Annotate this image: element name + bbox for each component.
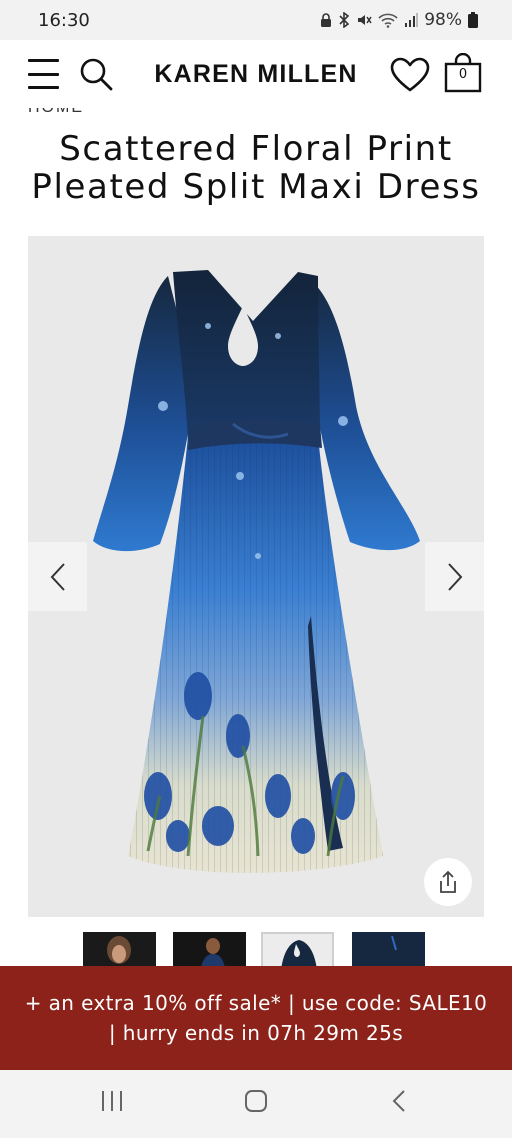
thumbnail-3[interactable] bbox=[261, 932, 334, 968]
product-image-gallery[interactable] bbox=[28, 236, 484, 917]
breadcrumb-container: HOME bbox=[28, 108, 228, 117]
battery-icon bbox=[468, 12, 478, 28]
gallery-prev-button[interactable] bbox=[28, 542, 87, 611]
share-button[interactable] bbox=[424, 858, 472, 906]
wifi-icon bbox=[378, 13, 398, 28]
gallery-next-button[interactable] bbox=[425, 542, 484, 611]
thumbnail-strip bbox=[0, 932, 512, 968]
breadcrumb[interactable]: HOME bbox=[28, 108, 84, 117]
brand-logo[interactable]: KAREN MILLEN bbox=[120, 60, 392, 89]
status-icons: 98% bbox=[320, 10, 478, 30]
status-time: 16:30 bbox=[38, 9, 90, 31]
promo-banner[interactable]: + an extra 10% off sale* | use code: SAL… bbox=[0, 966, 512, 1070]
mute-icon bbox=[358, 15, 372, 25]
home-icon[interactable] bbox=[243, 1088, 269, 1114]
thumbnail-4[interactable] bbox=[352, 932, 425, 968]
thumbnail-2[interactable] bbox=[173, 932, 246, 968]
battery-percent: 98% bbox=[424, 10, 462, 30]
signal-icon bbox=[405, 13, 419, 27]
system-navigation-bar bbox=[0, 1070, 512, 1138]
site-header: KAREN MILLEN 0 bbox=[0, 40, 512, 108]
heart-icon[interactable] bbox=[390, 57, 430, 93]
hamburger-menu-icon[interactable] bbox=[28, 59, 59, 89]
chevron-left-icon bbox=[50, 562, 65, 591]
lock-icon bbox=[321, 12, 332, 27]
back-icon[interactable] bbox=[390, 1088, 408, 1114]
recent-apps-icon[interactable] bbox=[100, 1088, 124, 1114]
search-icon[interactable] bbox=[78, 56, 114, 92]
promo-text: + an extra 10% off sale* | use code: SAL… bbox=[24, 991, 488, 1045]
chevron-right-icon bbox=[447, 562, 462, 591]
product-title: Scattered Floral Print Pleated Split Max… bbox=[31, 129, 481, 207]
shopping-bag-icon[interactable]: 0 bbox=[444, 52, 482, 93]
bag-count: 0 bbox=[458, 67, 468, 82]
thumbnail-1[interactable] bbox=[83, 932, 156, 968]
product-image bbox=[93, 270, 420, 873]
status-bar: 16:30 98% bbox=[0, 0, 512, 40]
share-icon bbox=[440, 870, 456, 893]
bluetooth-icon bbox=[339, 12, 350, 28]
